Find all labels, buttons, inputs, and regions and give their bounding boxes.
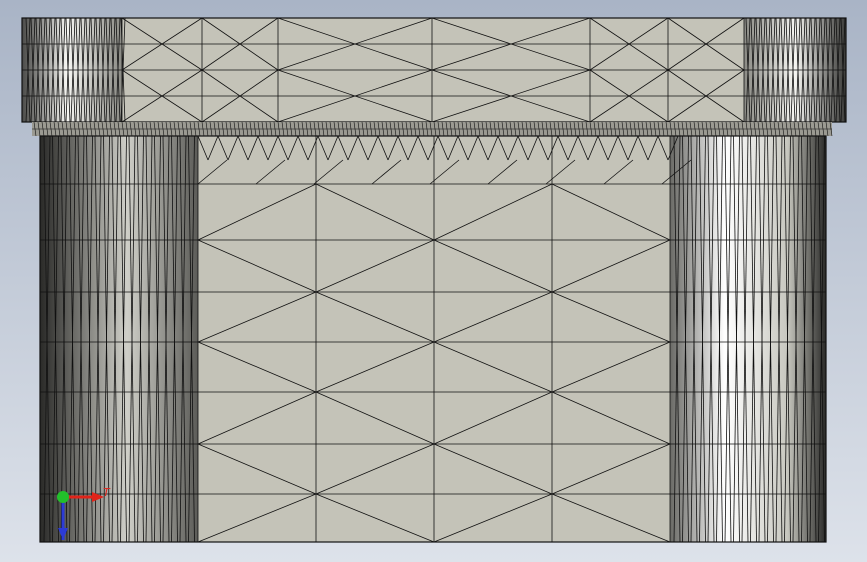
graphics-viewport[interactable]: T bbox=[0, 0, 867, 562]
neck-band bbox=[32, 121, 833, 137]
body-cylinder bbox=[39, 135, 827, 543]
cap-flange bbox=[21, 17, 847, 123]
mesh-model-view bbox=[0, 0, 867, 562]
triad-x-label: T bbox=[103, 486, 110, 499]
triad-y-axis bbox=[57, 491, 69, 503]
